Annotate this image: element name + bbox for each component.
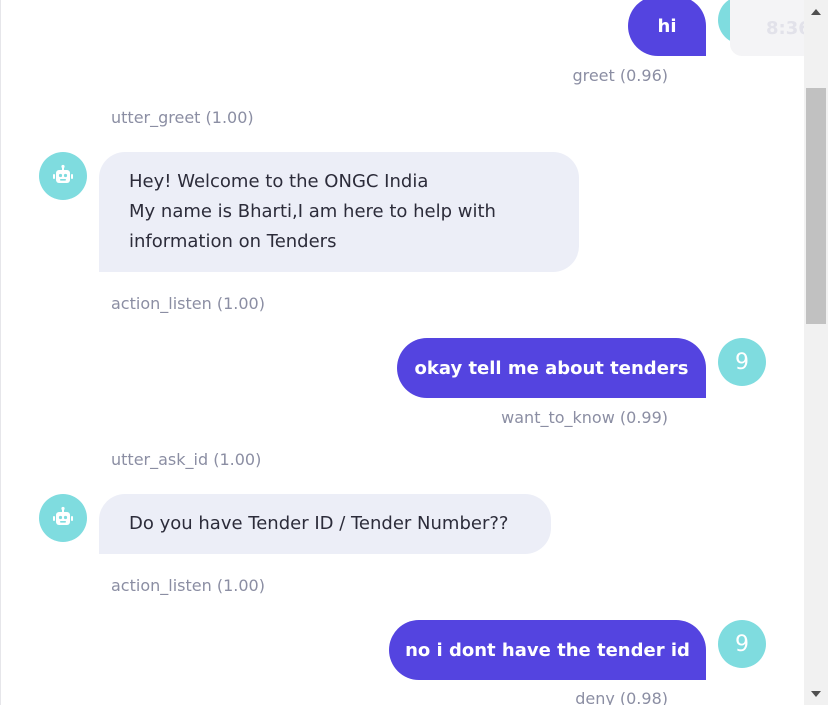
action-label: action_listen (1.00) <box>111 294 265 313</box>
bot-message-line: Hey! Welcome to the ONGC India <box>129 171 429 192</box>
bot-message-bubble: Do you have Tender ID / Tender Number?? <box>99 494 551 554</box>
user-message-text: hi <box>657 15 677 37</box>
user-message-bubble: no i dont have the tender id <box>389 620 706 680</box>
bot-avatar <box>39 152 87 200</box>
user-message-text: no i dont have the tender id <box>405 639 690 661</box>
user-message-text: okay tell me about tenders <box>414 357 689 379</box>
bot-avatar <box>39 494 87 542</box>
chat-panel: hi 9 greet (0.96) utter_greet (1.00) Hey… <box>0 0 804 705</box>
intent-label: greet (0.96) <box>572 66 668 85</box>
user-avatar-label: 9 <box>735 631 749 657</box>
scroll-down-arrow-icon[interactable] <box>808 686 824 702</box>
action-label: utter_greet (1.00) <box>111 108 254 127</box>
user-avatar-label: 9 <box>735 349 749 375</box>
intent-label: deny (0.98) <box>575 689 668 705</box>
robot-icon <box>53 506 73 525</box>
user-message-bubble: hi <box>628 0 706 56</box>
bot-message-line: My name is Bharti,I am here to help with <box>129 201 496 222</box>
bot-message-line: Do you have Tender ID / Tender Number?? <box>129 513 509 534</box>
robot-icon <box>53 164 73 183</box>
bot-message-line: information on Tenders <box>129 231 337 252</box>
user-message-bubble: okay tell me about tenders <box>397 338 706 398</box>
user-avatar: 9 <box>718 620 766 668</box>
bot-message-bubble: Hey! Welcome to the ONGC India My name i… <box>99 152 579 272</box>
action-label: utter_ask_id (1.00) <box>111 450 262 469</box>
scroll-up-arrow-icon[interactable] <box>808 4 824 20</box>
scrollbar-thumb[interactable] <box>806 88 826 324</box>
intent-label: want_to_know (0.99) <box>501 408 668 427</box>
user-avatar: 9 <box>718 338 766 386</box>
action-label: action_listen (1.00) <box>111 576 265 595</box>
